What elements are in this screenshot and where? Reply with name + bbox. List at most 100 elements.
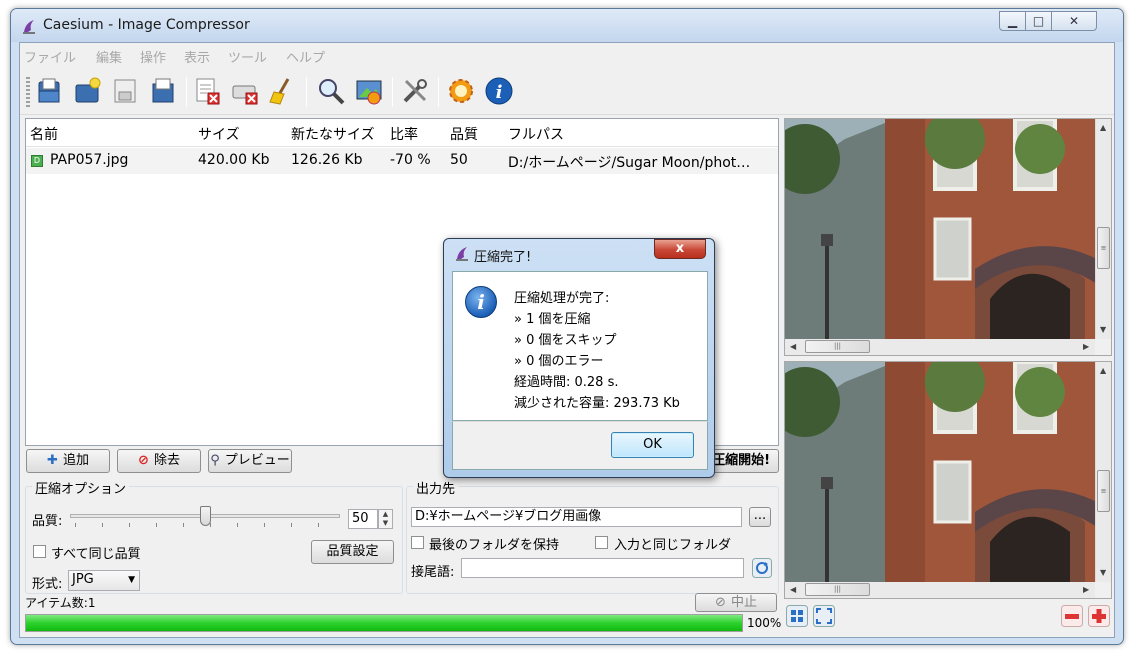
zoom-out-icon[interactable] xyxy=(1061,605,1083,627)
title-bar[interactable]: Caesium - Image Compressor ▁ □ ✕ xyxy=(11,9,1123,42)
row-new-size: 126.26 Kb xyxy=(291,152,363,168)
column-quality[interactable]: 品質 xyxy=(450,124,478,144)
scroll-down-icon[interactable]: ▼ xyxy=(1100,325,1106,334)
export-list-icon[interactable] xyxy=(148,76,178,106)
progress-bar xyxy=(25,614,743,632)
toolbar-separator xyxy=(306,77,307,107)
app-body: ファイル 編集 操作 表示 ツール ヘルプ i 名前 サイズ 新たなサイズ 比率… xyxy=(19,42,1115,638)
open-file-icon[interactable] xyxy=(34,76,64,106)
compression-options-label: 圧縮オプション xyxy=(32,478,130,497)
output-path-field[interactable]: D:¥ホームページ¥ブログ用画像 xyxy=(411,507,742,527)
scroll-thumb[interactable]: ≡ xyxy=(1097,470,1110,512)
menu-tools[interactable]: ツール xyxy=(228,47,267,66)
ok-button[interactable]: OK xyxy=(611,432,694,458)
stop-button-label: 中止 xyxy=(730,595,757,610)
menu-action[interactable]: 操作 xyxy=(140,47,166,66)
table-row[interactable]: D PAP057.jpg 420.00 Kb 126.26 Kb -70 % 5… xyxy=(26,148,778,174)
add-button[interactable]: ✚ 追加 xyxy=(26,449,110,473)
scroll-thumb[interactable]: ≡ xyxy=(1097,227,1110,269)
remove-button[interactable]: ⊘ 除去 xyxy=(117,449,201,473)
scroll-up-icon[interactable]: ▲ xyxy=(1100,366,1106,375)
quality-spin-arrows[interactable]: ▲ ▼ xyxy=(378,509,393,529)
compressed-preview-pane[interactable]: ▲ ≡ ▼ ◀ ||| ▶ xyxy=(784,361,1112,599)
no-entry-icon: ⊘ xyxy=(138,453,149,468)
dialog-body: i 圧縮処理が完了: » 1 個を圧縮 » 0 個をスキップ » 0 個のエラー… xyxy=(452,271,708,421)
scroll-right-icon[interactable]: ▶ xyxy=(1083,585,1089,594)
image-file-icon: D xyxy=(31,155,43,167)
browse-button[interactable]: ... xyxy=(749,507,771,527)
progress-fill xyxy=(26,615,742,631)
column-full-path[interactable]: フルパス xyxy=(508,124,564,144)
settings-tools-icon[interactable] xyxy=(400,76,430,106)
menu-bar: ファイル 編集 操作 表示 ツール ヘルプ xyxy=(20,43,1114,67)
compression-complete-dialog: 圧縮完了! x i 圧縮処理が完了: » 1 個を圧縮 » 0 個をスキップ »… xyxy=(443,238,715,478)
open-folder-icon[interactable] xyxy=(72,76,102,106)
row-ratio: -70 % xyxy=(390,152,431,168)
format-select[interactable]: JPG ▼ xyxy=(68,570,140,591)
same-as-input-checkbox[interactable] xyxy=(595,536,608,549)
maximize-button[interactable]: □ xyxy=(1025,11,1052,31)
menu-file[interactable]: ファイル xyxy=(24,47,76,66)
remove-button-label: 除去 xyxy=(153,453,180,468)
toolbar-grip[interactable] xyxy=(26,77,30,107)
same-quality-checkbox[interactable] xyxy=(33,545,46,558)
suffix-field[interactable] xyxy=(461,558,744,578)
keep-structure-checkbox[interactable] xyxy=(411,536,424,549)
scroll-right-icon[interactable]: ▶ xyxy=(1083,342,1089,351)
clear-list-icon[interactable] xyxy=(230,76,260,106)
menu-view[interactable]: 表示 xyxy=(184,47,210,66)
scroll-thumb[interactable]: ||| xyxy=(805,340,870,353)
stop-button[interactable]: ⊘ 中止 xyxy=(695,593,777,612)
image-preview-icon[interactable] xyxy=(354,76,384,106)
fit-to-window-icon[interactable] xyxy=(786,605,808,627)
preview-vertical-scrollbar[interactable]: ▲ ≡ ▼ xyxy=(1095,362,1111,582)
scroll-thumb[interactable]: ||| xyxy=(805,583,870,596)
toolbar: i xyxy=(20,69,1114,115)
preview-horizontal-scrollbar[interactable]: ◀ ||| ▶ xyxy=(785,582,1097,598)
caesium-app-icon xyxy=(23,20,35,34)
original-preview-pane[interactable]: ▲ ≡ ▼ ◀ ||| ▶ xyxy=(784,118,1112,356)
scroll-corner xyxy=(1095,339,1111,355)
update-icon[interactable] xyxy=(446,76,476,106)
minimize-button[interactable]: ▁ xyxy=(999,11,1026,31)
menu-edit[interactable]: 編集 xyxy=(96,47,122,66)
dialog-close-button[interactable]: x xyxy=(654,239,706,259)
scroll-down-icon[interactable]: ▼ xyxy=(1100,568,1106,577)
quality-settings-button[interactable]: 品質設定 xyxy=(311,540,394,564)
preview-zoom-icon[interactable] xyxy=(316,76,346,106)
progress-percent: 100% xyxy=(747,616,782,630)
menu-help[interactable]: ヘルプ xyxy=(286,47,325,66)
about-info-icon[interactable]: i xyxy=(484,76,514,106)
dialog-line: » 0 個のエラー xyxy=(514,354,604,369)
preview-vertical-scrollbar[interactable]: ▲ ≡ ▼ xyxy=(1095,119,1111,339)
column-size[interactable]: サイズ xyxy=(198,124,240,144)
column-new-size[interactable]: 新たなサイズ xyxy=(291,124,375,144)
dialog-line: » 1 個を圧縮 xyxy=(514,312,591,327)
preview-horizontal-scrollbar[interactable]: ◀ ||| ▶ xyxy=(785,339,1097,355)
zoom-in-icon[interactable] xyxy=(1088,605,1110,627)
stop-icon: ⊘ xyxy=(715,595,726,610)
row-name: PAP057.jpg xyxy=(50,152,129,168)
column-name[interactable]: 名前 xyxy=(30,124,58,144)
scroll-up-icon[interactable]: ▲ xyxy=(1100,123,1106,132)
refresh-icon[interactable] xyxy=(752,558,772,578)
slider-tick xyxy=(318,523,319,527)
clean-icon[interactable] xyxy=(268,76,298,106)
dialog-line: 圧縮処理が完了: xyxy=(514,291,610,306)
item-count: アイテム数:1 xyxy=(25,596,96,610)
preview-button[interactable]: ⚲ プレビュー xyxy=(208,449,292,473)
save-list-icon[interactable] xyxy=(110,76,140,106)
close-window-button[interactable]: ✕ xyxy=(1051,11,1097,31)
quality-spinbox[interactable]: 50 xyxy=(348,509,378,529)
slider-tick xyxy=(291,523,292,527)
column-ratio[interactable]: 比率 xyxy=(390,124,418,144)
original-preview-image xyxy=(785,119,1097,339)
dialog-title: 圧縮完了! xyxy=(474,250,532,265)
scroll-left-icon[interactable]: ◀ xyxy=(790,585,796,594)
actual-size-icon[interactable] xyxy=(813,605,835,627)
caesium-app-icon xyxy=(456,247,468,261)
output-group-label: 出力先 xyxy=(413,478,459,497)
remove-item-icon[interactable] xyxy=(192,76,222,106)
row-quality: 50 xyxy=(450,152,468,168)
scroll-left-icon[interactable]: ◀ xyxy=(790,342,796,351)
